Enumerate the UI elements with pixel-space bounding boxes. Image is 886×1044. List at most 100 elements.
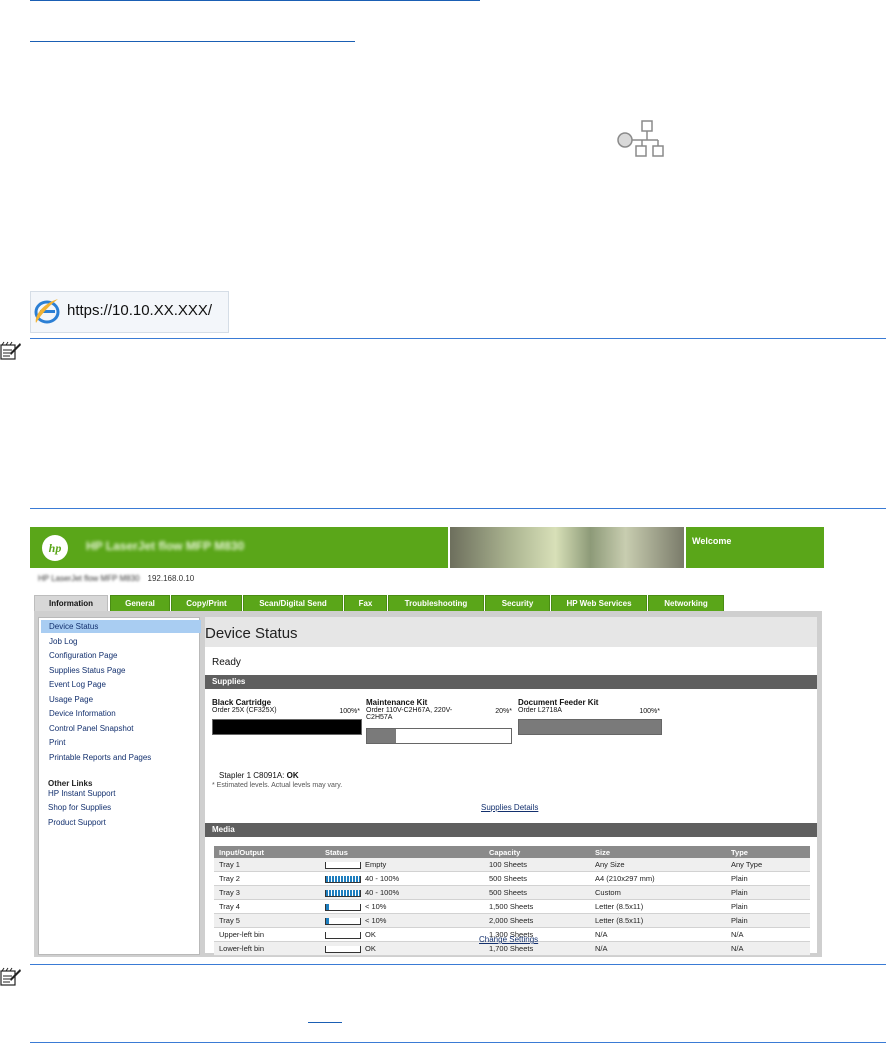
- sidebar-item-control-panel-snapshot[interactable]: Control Panel Snapshot: [49, 724, 134, 733]
- tab-information[interactable]: Information: [34, 595, 108, 612]
- supply-level: 100%*: [639, 708, 660, 715]
- cell-io: Tray 3: [214, 885, 320, 900]
- cell-type: Any Type: [726, 858, 810, 872]
- supply-black-cartridge: Black Cartridge Order 25X (CF325X) 100%*: [212, 698, 360, 715]
- level-bar: [325, 889, 361, 897]
- status-text: Empty: [365, 860, 387, 869]
- cell-size: Letter (8.5x11): [590, 899, 726, 914]
- cell-status: Empty: [320, 858, 484, 872]
- status-text: OK: [365, 944, 376, 953]
- tab-copy-print[interactable]: Copy/Print: [171, 595, 242, 611]
- address-url: https://10.10.XX.XXX/: [67, 302, 213, 319]
- link-underline-2[interactable]: [30, 41, 355, 42]
- banner-title: HP LaserJet flow MFP M830: [86, 539, 245, 553]
- note2-rule-bottom: [30, 1042, 886, 1043]
- sidebar-item-event-log-page[interactable]: Event Log Page: [49, 680, 106, 689]
- cell-capacity: 1,500 Sheets: [484, 899, 590, 914]
- welcome-panel: Welcome: [686, 527, 824, 568]
- ip-address: 192.168.0.10: [147, 574, 195, 583]
- table-row: Tray 2 40 - 100% 500 Sheets A4 (210x297 mm)…: [214, 871, 810, 886]
- estimate-note: * Estimated levels. Actual levels may va…: [212, 782, 343, 789]
- model-name: HP LaserJet flow MFP M830: [38, 574, 140, 583]
- col-input-output: Input/Output: [214, 846, 320, 858]
- supply-document-feeder-kit: Document Feeder Kit Order L2718A 100%*: [518, 698, 660, 715]
- change-settings-link[interactable]: Change Settings: [479, 935, 538, 944]
- sidebar-item-usage-page[interactable]: Usage Page: [49, 695, 93, 704]
- supply-name: Black Cartridge: [212, 698, 272, 707]
- tab-general[interactable]: General: [110, 595, 170, 611]
- cell-io: Tray 2: [214, 871, 320, 886]
- note-icon: [0, 341, 21, 360]
- cell-io: Lower-left bin: [214, 941, 320, 956]
- link-underline-3[interactable]: [308, 1022, 342, 1023]
- col-status: Status: [320, 846, 484, 858]
- supply-level: 100%*: [339, 708, 360, 715]
- col-capacity: Capacity: [484, 846, 590, 858]
- tab-troubleshooting[interactable]: Troubleshooting: [388, 595, 484, 611]
- sidebar-link-hp-instant-support[interactable]: HP Instant Support: [48, 789, 115, 798]
- stapler-line: Stapler 1 C8091A: OK: [219, 771, 299, 780]
- status-text: 40 - 100%: [365, 874, 400, 883]
- cell-type: Plain: [726, 871, 810, 886]
- cell-status: 40 - 100%: [320, 885, 484, 900]
- supply-name: Maintenance Kit: [366, 698, 428, 707]
- banner-photo: [450, 527, 684, 568]
- table-row: Tray 5 < 10% 2,000 Sheets Letter (8.5x11) Pl…: [214, 913, 810, 928]
- cell-size: Letter (8.5x11): [590, 913, 726, 928]
- supply-maintenance-kit: Maintenance Kit Order 110V-C2H67A, 220V-…: [366, 698, 512, 721]
- network-icon: [617, 120, 664, 157]
- level-bar: [325, 931, 361, 939]
- stapler-status: OK: [286, 771, 299, 780]
- cell-io: Tray 5: [214, 913, 320, 928]
- sidebar-item-print[interactable]: Print: [49, 738, 65, 747]
- tab-networking[interactable]: Networking: [648, 595, 724, 611]
- level-bar: [325, 945, 361, 953]
- gauge-fill: [519, 720, 661, 734]
- browser-address-bar[interactable]: https://10.10.XX.XXX/: [30, 291, 229, 333]
- supply-order: Order 25X (CF325X): [212, 707, 277, 714]
- gauge-fill: [367, 729, 396, 743]
- sidebar-item-device-information[interactable]: Device Information: [49, 709, 116, 718]
- stapler-label: Stapler 1 C8091A:: [219, 771, 285, 780]
- cell-size: A4 (210x297 mm): [590, 871, 726, 886]
- sidebar-item-job-log[interactable]: Job Log: [49, 637, 77, 646]
- sidebar-link-shop-for-supplies[interactable]: Shop for Supplies: [48, 803, 111, 812]
- ews-screenshot: hp HP LaserJet flow MFP M830 Welcome HP …: [30, 527, 824, 957]
- link-underline-1[interactable]: [30, 0, 480, 1]
- tab-fax[interactable]: Fax: [344, 595, 387, 611]
- gauge-fill: [213, 720, 361, 734]
- cell-status: OK: [320, 927, 484, 942]
- ie-browser-icon: [34, 299, 60, 324]
- level-bar-fill: [326, 889, 360, 896]
- status-text: 40 - 100%: [365, 888, 400, 897]
- cell-size: N/A: [590, 941, 726, 956]
- status-text: < 10%: [365, 916, 387, 925]
- tab-scan-digital-send[interactable]: Scan/Digital Send: [243, 595, 343, 611]
- cell-type: Plain: [726, 885, 810, 900]
- sidebar-item-supplies-status-page[interactable]: Supplies Status Page: [49, 666, 126, 675]
- level-bar: [325, 917, 361, 925]
- tab-security[interactable]: Security: [485, 595, 550, 611]
- cell-type: N/A: [726, 927, 810, 942]
- cell-io: Tray 1: [214, 858, 320, 872]
- table-row: Tray 4 < 10% 1,500 Sheets Letter (8.5x11) Pl…: [214, 899, 810, 914]
- cell-status: 40 - 100%: [320, 871, 484, 886]
- col-size: Size: [590, 846, 726, 858]
- level-bar-fill: [326, 903, 329, 910]
- cell-io: Upper-left bin: [214, 927, 320, 942]
- cell-status: < 10%: [320, 899, 484, 914]
- sidebar-item-printable-reports[interactable]: Printable Reports and Pages: [49, 753, 151, 762]
- supplies-heading-text: Supplies: [212, 677, 246, 686]
- supply-gauge-black: [212, 719, 362, 735]
- main-content: Device Status Ready Supplies Black Cartr…: [205, 617, 817, 956]
- sidebar-link-product-support[interactable]: Product Support: [48, 818, 106, 827]
- hp-logo: hp: [42, 535, 68, 561]
- note2-rule-top: [30, 964, 886, 965]
- sidebar-item-device-status[interactable]: Device Status: [41, 620, 201, 633]
- sidebar-item-configuration-page[interactable]: Configuration Page: [49, 651, 118, 660]
- cell-capacity: 500 Sheets: [484, 871, 590, 886]
- cell-capacity: 100 Sheets: [484, 858, 590, 872]
- supplies-heading: Supplies: [205, 675, 817, 689]
- supplies-details-link[interactable]: Supplies Details: [481, 803, 538, 812]
- tab-hp-web-services[interactable]: HP Web Services: [551, 595, 647, 611]
